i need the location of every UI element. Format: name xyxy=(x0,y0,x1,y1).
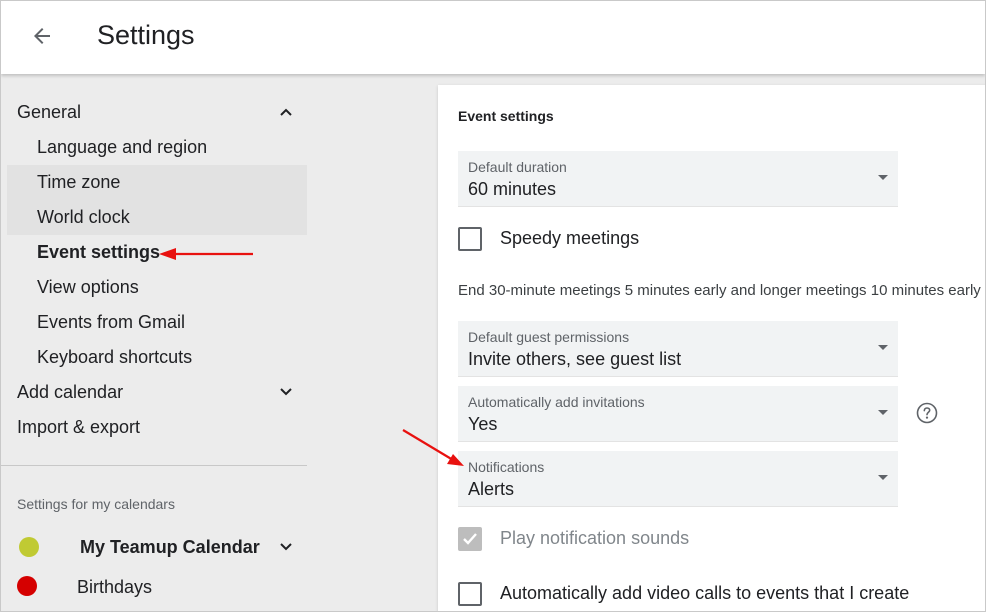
sidebar-add-calendar-label: Add calendar xyxy=(17,382,124,402)
sidebar: General Language and region Time zone Wo… xyxy=(1,75,307,611)
sidebar-item-label: View options xyxy=(37,277,139,297)
video-calls-checkbox[interactable] xyxy=(458,582,482,606)
chevron-down-icon xyxy=(280,543,292,551)
select-value: 60 minutes xyxy=(468,179,557,199)
sidebar-divider xyxy=(1,465,307,466)
checkbox-label: Automatically add video calls to events … xyxy=(500,583,910,603)
back-button[interactable] xyxy=(25,19,59,53)
speedy-meetings-description: End 30-minute meetings 5 minutes early a… xyxy=(458,282,981,299)
help-icon[interactable] xyxy=(916,402,938,424)
page-title: Settings xyxy=(97,20,195,50)
guest-permissions-select[interactable]: Default guest permissions Invite others,… xyxy=(458,321,898,377)
default-duration-select[interactable]: Default duration 60 minutes xyxy=(458,151,898,207)
arrow-back-icon xyxy=(34,28,50,44)
select-label: Default duration xyxy=(468,159,567,175)
sidebar-item-events-from-gmail[interactable]: Events from Gmail xyxy=(7,305,307,340)
chevron-up-icon xyxy=(280,108,292,116)
sidebar-item-label: World clock xyxy=(37,207,130,227)
video-calls-row[interactable]: Automatically add video calls to events … xyxy=(458,579,978,609)
sidebar-item-label: Time zone xyxy=(37,172,121,192)
calendar-item-label: Birthdays xyxy=(77,577,153,597)
select-label: Default guest permissions xyxy=(468,329,630,345)
sidebar-general[interactable]: General xyxy=(7,95,307,130)
sidebar-import-export-label: Import & export xyxy=(17,417,141,437)
select-label: Automatically add invitations xyxy=(468,394,645,410)
calendar-color-dot xyxy=(17,576,37,596)
play-sounds-row[interactable]: Play notification sounds xyxy=(458,524,978,554)
sidebar-general-label: General xyxy=(17,102,82,122)
sidebar-item-time-zone[interactable]: Time zone xyxy=(7,165,307,200)
my-calendars-heading: Settings for my calendars xyxy=(17,496,175,512)
select-value: Alerts xyxy=(468,479,515,499)
select-value: Invite others, see guest list xyxy=(468,349,682,369)
sidebar-item-label: Event settings xyxy=(37,242,161,262)
dropdown-arrow-icon xyxy=(878,410,888,415)
dropdown-arrow-icon xyxy=(878,475,888,480)
settings-window: Settings General Language and region Tim… xyxy=(0,0,986,612)
sidebar-item-label: Keyboard shortcuts xyxy=(37,347,193,367)
app-header: Settings xyxy=(1,1,985,74)
sidebar-item-keyboard-shortcuts[interactable]: Keyboard shortcuts xyxy=(7,340,307,375)
sidebar-add-calendar[interactable]: Add calendar xyxy=(7,375,307,410)
notifications-select[interactable]: Notifications Alerts xyxy=(458,451,898,507)
sidebar-item-language-region[interactable]: Language and region xyxy=(7,130,307,165)
sidebar-item-world-clock[interactable]: World clock xyxy=(7,200,307,235)
speedy-meetings-row[interactable]: Speedy meetings xyxy=(458,224,978,254)
sidebar-item-label: Events from Gmail xyxy=(37,312,186,332)
sidebar-import-export[interactable]: Import & export xyxy=(7,410,307,445)
checkbox-label: Play notification sounds xyxy=(500,528,690,548)
play-sounds-checkbox[interactable] xyxy=(458,527,482,551)
auto-invitations-select[interactable]: Automatically add invitations Yes xyxy=(458,386,898,442)
calendar-item-label: My Teamup Calendar xyxy=(80,537,260,557)
calendar-color-dot xyxy=(19,537,39,557)
event-settings-panel: Event settings Default duration 60 minut… xyxy=(438,85,985,611)
sidebar-item-event-settings[interactable]: Event settings xyxy=(7,235,307,270)
sidebar-item-view-options[interactable]: View options xyxy=(7,270,307,305)
dropdown-arrow-icon xyxy=(878,345,888,350)
dropdown-arrow-icon xyxy=(878,175,888,180)
checkmark-icon xyxy=(463,533,477,545)
speedy-meetings-checkbox[interactable] xyxy=(458,227,482,251)
checkbox-label: Speedy meetings xyxy=(500,228,640,248)
chevron-down-icon xyxy=(280,388,292,396)
calendar-item-my-teamup[interactable]: My Teamup Calendar xyxy=(1,529,307,565)
section-heading: Event settings xyxy=(458,108,554,124)
select-value: Yes xyxy=(468,414,498,434)
select-label: Notifications xyxy=(468,459,545,475)
sidebar-item-label: Language and region xyxy=(37,137,208,157)
calendar-item-birthdays[interactable]: Birthdays xyxy=(1,569,307,605)
